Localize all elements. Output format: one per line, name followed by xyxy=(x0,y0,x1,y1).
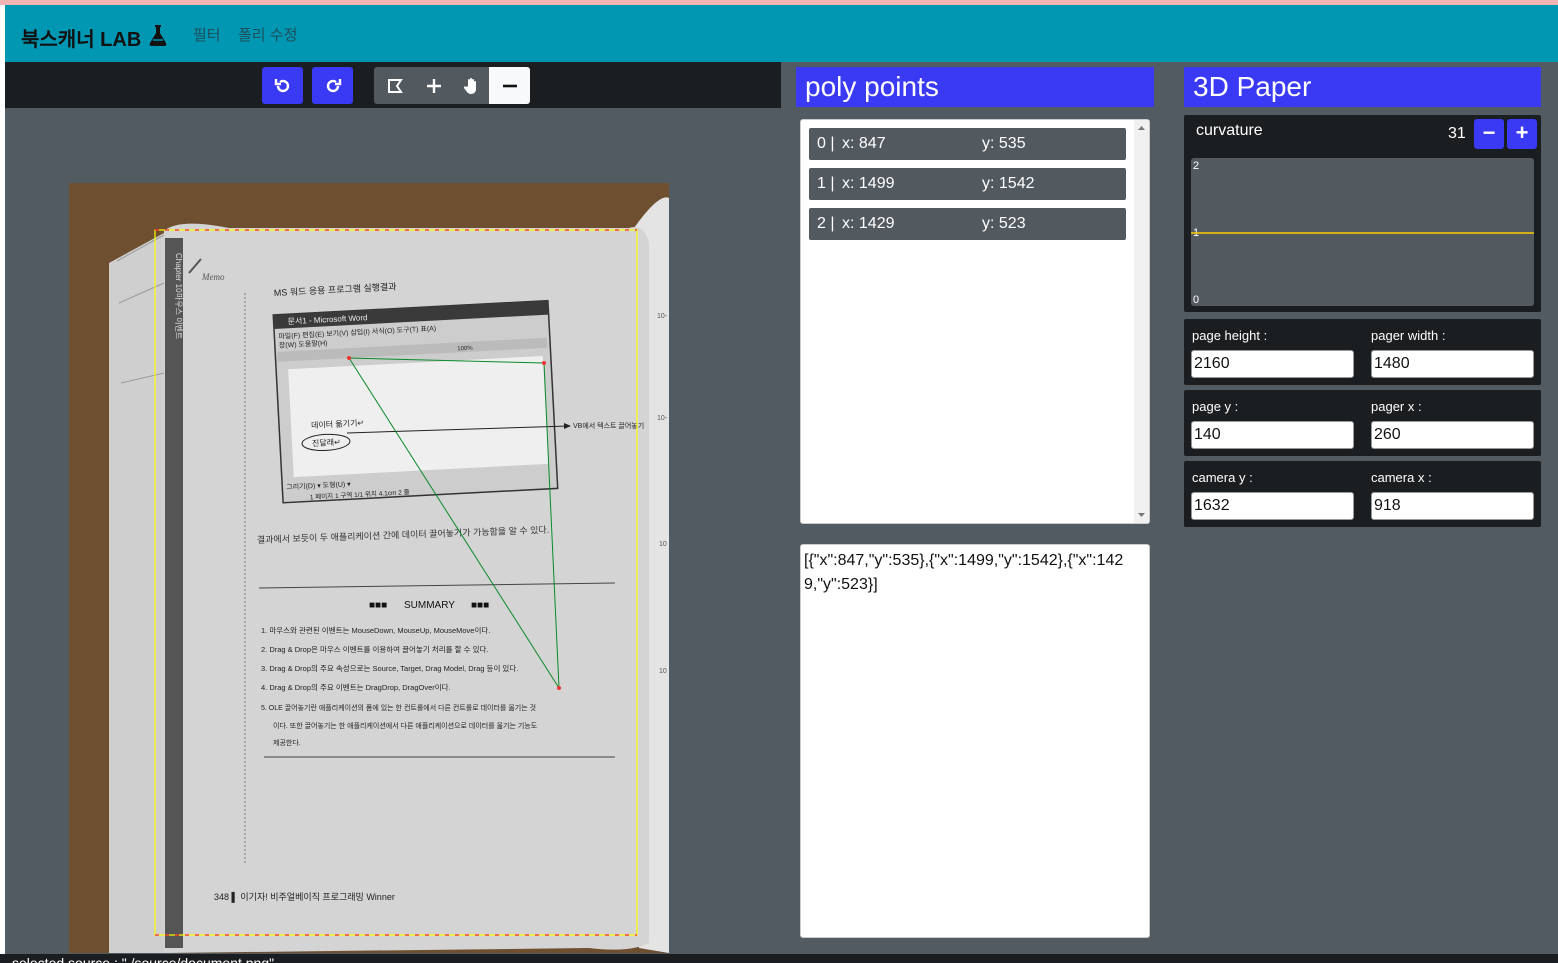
svg-text:10: 10 xyxy=(659,668,667,675)
memo-label: Memo xyxy=(201,272,225,282)
summary-item-5: 5. OLE 끌어놓기란 애플리케이션의 폼에 있는 한 컨트롤에서 다른 컨트… xyxy=(261,703,536,712)
summary-item-4: 4. Drag & Drop의 주요 이벤트는 DragDrop, DragOv… xyxy=(261,682,451,692)
points-json-textarea[interactable]: [{"x":847,"y":535},{"x":1499,"y":1542},{… xyxy=(800,544,1150,938)
svg-text:10: 10 xyxy=(659,541,667,548)
poly-points-title: poly points xyxy=(796,67,1154,107)
pager-x-label: pager x : xyxy=(1371,399,1422,414)
polygon-select-button[interactable] xyxy=(374,67,415,104)
annotation-text: VB에서 텍스트 끌어놓기 xyxy=(573,421,644,430)
redo-icon xyxy=(326,78,341,92)
navbar: 북스캐너 LAB 필터 폴리 수정 xyxy=(5,5,1558,62)
hand-icon xyxy=(463,77,476,94)
curvature-minus-button[interactable]: − xyxy=(1474,119,1504,149)
page-y-label: page y : xyxy=(1192,399,1239,414)
undo-button[interactable] xyxy=(262,67,303,104)
summary-title: SUMMARY xyxy=(404,600,455,611)
point-x: x: 847 xyxy=(842,135,886,152)
svg-text:■■■: ■■■ xyxy=(369,600,387,611)
curvature-graph[interactable]: 2 1 0 xyxy=(1191,158,1534,306)
curvature-panel: curvature 31 − + 2 1 0 xyxy=(1184,115,1541,312)
point-row[interactable]: 2 | x: 1429 y: 523 xyxy=(809,208,1126,240)
summary-item-5b: 이다. 또한 끌어놓기는 한 애플리케이션에서 다른 애플리케이션으로 데이터를… xyxy=(273,721,538,730)
point-x: x: 1429 xyxy=(842,215,895,232)
nav-poly-edit[interactable]: 폴리 수정 xyxy=(238,24,297,45)
zoom-out-button[interactable] xyxy=(489,67,530,104)
poly-points-list[interactable]: 0 | x: 847 y: 535 1 | x: 1499 y: 1542 2 … xyxy=(800,119,1150,524)
summary-item-5c: 제공한다. xyxy=(273,738,301,747)
curvature-label: curvature xyxy=(1196,122,1263,139)
add-point-button[interactable] xyxy=(413,67,454,104)
point-x: x: 1499 xyxy=(842,175,895,192)
selected-source-text: selected source : "./source/document.png… xyxy=(12,955,275,963)
page-height-label: page height : xyxy=(1192,328,1268,343)
camera-x-label: camera x : xyxy=(1371,470,1432,485)
image-canvas[interactable]: Chapter 10 마우스 이벤트 Memo MS 워드 응용 프로그램 실행… xyxy=(5,108,781,954)
chapter-label: Chapter 10 xyxy=(174,253,183,293)
flask-icon xyxy=(149,24,167,52)
pager-width-input[interactable]: 1480 xyxy=(1371,350,1534,378)
point-index: 1 | xyxy=(817,175,835,192)
summary-item-3: 3. Drag & Drop의 주요 속성으로는 Source, Target,… xyxy=(261,663,518,673)
svg-text:10-: 10- xyxy=(657,415,668,422)
status-bar: selected source : "./source/document.png… xyxy=(0,954,1558,963)
points-scrollbar[interactable] xyxy=(1134,120,1149,523)
camera-y-input[interactable]: 1632 xyxy=(1191,492,1354,520)
curvature-plus-button[interactable]: + xyxy=(1507,119,1537,149)
brand[interactable]: 북스캐너 LAB xyxy=(21,23,167,52)
svg-text:■■■: ■■■ xyxy=(471,600,489,611)
point-y: y: 1542 xyxy=(982,175,1035,192)
summary-item-2: 2. Drag & Drop은 마우스 이벤트를 이용하여 끌어놓기 처리를 할… xyxy=(261,644,488,654)
camera-fields: camera y : camera x : 1632 918 xyxy=(1184,461,1541,527)
point-y: y: 523 xyxy=(982,215,1026,232)
doc-line-2: 진달래↵ xyxy=(312,437,341,448)
polygon-select-icon xyxy=(387,78,403,93)
page-size-fields: page height : pager width : 2160 1480 xyxy=(1184,319,1541,385)
canvas-toolbar xyxy=(5,62,781,108)
camera-y-label: camera y : xyxy=(1192,470,1253,485)
page-height-input[interactable]: 2160 xyxy=(1191,350,1354,378)
workspace: Chapter 10 마우스 이벤트 Memo MS 워드 응용 프로그램 실행… xyxy=(5,62,1558,954)
document-photo: Chapter 10 마우스 이벤트 Memo MS 워드 응용 프로그램 실행… xyxy=(69,183,669,953)
point-y: y: 535 xyxy=(982,135,1026,152)
pan-button[interactable] xyxy=(451,67,492,104)
point-index: 0 | xyxy=(817,135,835,152)
minus-icon xyxy=(502,84,517,87)
page-footer: 348 ▌ 이기자! 비주얼베이직 프로그래밍 Winner xyxy=(214,891,395,903)
curvature-value: 31 xyxy=(1448,125,1466,142)
undo-icon xyxy=(274,78,289,92)
word-zoom: 100% xyxy=(457,346,473,353)
camera-x-input[interactable]: 918 xyxy=(1371,492,1534,520)
point-index: 2 | xyxy=(817,215,835,232)
page-position-fields: page y : pager x : 140 260 xyxy=(1184,390,1541,456)
point-row[interactable]: 1 | x: 1499 y: 1542 xyxy=(809,168,1126,200)
nav-filter[interactable]: 필터 xyxy=(193,24,221,45)
redo-button[interactable] xyxy=(312,67,353,104)
pager-x-input[interactable]: 260 xyxy=(1371,421,1534,449)
plus-icon xyxy=(426,78,441,93)
brand-title: 북스캐너 LAB xyxy=(21,29,142,51)
summary-item-1: 1. 마우스와 관련된 이벤트는 MouseDown, MouseUp, Mou… xyxy=(261,625,490,635)
side-title: 마우스 이벤트 xyxy=(174,293,184,339)
point-row[interactable]: 0 | x: 847 y: 535 xyxy=(809,128,1126,160)
svg-text:10-: 10- xyxy=(657,313,668,320)
pager-width-label: pager width : xyxy=(1371,328,1446,343)
page-y-input[interactable]: 140 xyxy=(1191,421,1354,449)
paper-title: 3D Paper xyxy=(1184,67,1541,107)
